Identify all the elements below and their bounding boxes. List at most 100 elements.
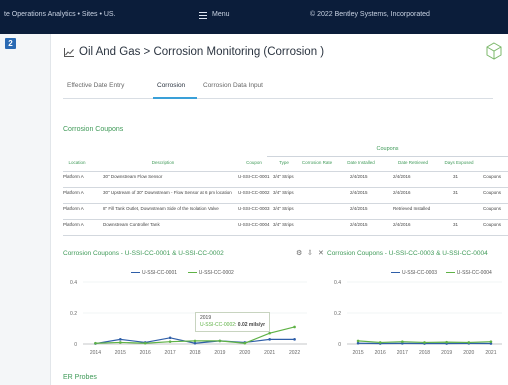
legend-label[interactable]: U-SSI-CC-0001	[142, 270, 177, 276]
line-chart-icon	[64, 48, 74, 57]
cell-location: Platform A	[63, 174, 84, 179]
row-divider	[63, 219, 508, 220]
tab-corrosion-data-input[interactable]: Corrosion Data Input	[203, 82, 263, 89]
chart-right[interactable]: 0 0.2 0.4 2015 2016 2017 2018 2019 2020 2021	[327, 278, 508, 358]
y-tick-label: 0.2	[334, 311, 341, 317]
cell-category: Coupons	[483, 174, 502, 179]
chart-right-title: Corrosion Coupons - U-SSI-CC-0003 & U-SS…	[327, 250, 488, 257]
col-header[interactable]: Date Retrieved	[388, 160, 438, 165]
side-strip	[0, 34, 51, 385]
data-point	[489, 340, 493, 343]
data-point	[445, 340, 448, 344]
data-point	[143, 341, 147, 345]
x-tick-label: 2020	[239, 350, 250, 356]
y-tick-label: 0	[74, 342, 77, 348]
col-header[interactable]: Corrosion Rate	[299, 160, 335, 165]
table-row[interactable]: Platform A Downstream Controller Tank U-…	[63, 222, 508, 233]
x-tick-label: 2022	[289, 350, 300, 356]
section-title-coupons: Corrosion Coupons	[63, 126, 124, 133]
data-point	[193, 339, 197, 343]
table-row[interactable]: Platform A 8" Fill Tank Outlet, Downstre…	[63, 206, 508, 217]
cell-location: Platform A	[63, 222, 84, 227]
app-badge-icon[interactable]: 2	[5, 38, 16, 49]
x-tick-label: 2015	[353, 350, 364, 356]
data-point	[243, 341, 247, 345]
x-tick-label: 2017	[397, 350, 408, 356]
data-point	[378, 341, 382, 344]
data-point	[218, 339, 222, 343]
legend-label[interactable]: U-SSI-CC-0003	[402, 270, 437, 276]
legend-label[interactable]: U-SSI-CC-0004	[457, 270, 492, 276]
y-tick-label: 0.4	[334, 280, 341, 286]
legend-swatch-blue	[391, 272, 400, 274]
table-row[interactable]: Platform A 30" Downstream Flow Sensor U-…	[63, 174, 508, 185]
cell-description: 30" Downstream Flow Sensor	[103, 174, 163, 179]
col-header[interactable]: Coupon	[238, 160, 270, 165]
x-tick-label: 2019	[214, 350, 225, 356]
menu-label[interactable]: Menu	[212, 11, 230, 18]
col-header[interactable]: Date Installed	[343, 160, 379, 165]
col-header[interactable]: Description	[103, 160, 223, 165]
coupons-group-header: Coupons	[267, 146, 508, 157]
page-title: Oil And Gas > Corrosion Monitoring (Corr…	[79, 46, 325, 58]
data-point	[356, 341, 360, 345]
y-tick-label: 0.4	[70, 280, 77, 286]
cell-category: Coupons	[483, 222, 502, 227]
cell-type: 3/4" Strips	[273, 190, 294, 195]
cell-type: 3/4" Strips	[273, 206, 294, 211]
table-header-divider	[63, 171, 508, 172]
cell-coupon: U-SSI-CC-0004	[238, 222, 270, 227]
breadcrumb-text: te Operations Analytics • Sites • US.	[4, 11, 116, 18]
legend-label[interactable]: U-SSI-CC-0002	[199, 270, 234, 276]
data-point	[168, 340, 172, 343]
cell-days: 31	[453, 222, 459, 227]
cell-days: 31	[453, 174, 459, 179]
close-icon[interactable]: ✕	[318, 249, 324, 257]
hamburger-menu-icon[interactable]	[199, 12, 207, 19]
download-icon[interactable]: ⇩	[307, 249, 313, 257]
tab-effective-date-entry[interactable]: Effective Date Entry	[67, 82, 124, 89]
data-point	[268, 331, 271, 335]
legend-swatch-blue	[131, 272, 140, 274]
x-tick-label: 2015	[115, 350, 126, 356]
cell-date-installed: 2/4/2015	[350, 190, 368, 195]
cell-coupon: U-SSI-CC-0001	[238, 174, 270, 179]
cell-category: Coupons	[483, 190, 502, 195]
cube-icon[interactable]	[485, 42, 503, 60]
cell-type: 3/4" Strips	[273, 222, 294, 227]
table-row[interactable]: Platform A 30" Upstream of 30" Downstrea…	[63, 190, 508, 201]
cell-date-installed: 2/4/2015	[350, 206, 368, 211]
x-tick-label: 2017	[165, 350, 176, 356]
data-point	[168, 336, 172, 340]
x-tick-label: 2020	[463, 350, 474, 356]
col-header[interactable]: Days Exposed	[441, 160, 477, 165]
row-divider	[63, 203, 508, 204]
active-tab-indicator	[153, 97, 197, 99]
col-header[interactable]: Type	[273, 160, 295, 165]
cell-location: Platform A	[63, 190, 84, 195]
chart-left-legend: U-SSI-CC-0001 U-SSI-CC-0002	[131, 270, 234, 276]
cell-date-retrieved: 2/4/2016	[393, 222, 411, 227]
data-point	[293, 338, 296, 341]
cell-location: Platform A	[63, 206, 84, 211]
tooltip-value: 0.02 mils/yr	[237, 322, 266, 328]
cell-description: Downstream Controller Tank	[103, 222, 160, 227]
cell-description: 8" Fill Tank Outlet, Downstream Side of …	[103, 206, 219, 211]
data-point	[423, 341, 426, 344]
tab-bar: Effective Date Entry Corrosion Corrosion…	[63, 78, 493, 99]
y-tick-label: 0	[338, 342, 341, 348]
x-tick-label: 2018	[419, 350, 430, 356]
chart-left[interactable]: 0 0.2 0.4 2014 2015 2016 2017 2018 2019 2020 2021 2…	[63, 278, 313, 358]
data-point	[467, 341, 471, 344]
chart-tooltip: 2019 U-SSI-CC-0002: 0.02 mils/yr	[195, 312, 271, 332]
data-point	[119, 338, 122, 341]
col-header[interactable]: Location	[63, 160, 91, 165]
settings-icon[interactable]: ⚙	[296, 249, 302, 257]
cell-coupon: U-SSI-CC-0002	[238, 190, 270, 195]
chart-right-legend: U-SSI-CC-0003 U-SSI-CC-0004	[391, 270, 492, 276]
tooltip-year: 2019	[200, 315, 212, 321]
tab-corrosion[interactable]: Corrosion	[157, 82, 185, 89]
x-tick-label: 2016	[140, 350, 151, 356]
cell-date-retrieved: 2/4/2016	[393, 190, 411, 195]
cell-date-retrieved: Retrieved Installed	[393, 206, 431, 211]
